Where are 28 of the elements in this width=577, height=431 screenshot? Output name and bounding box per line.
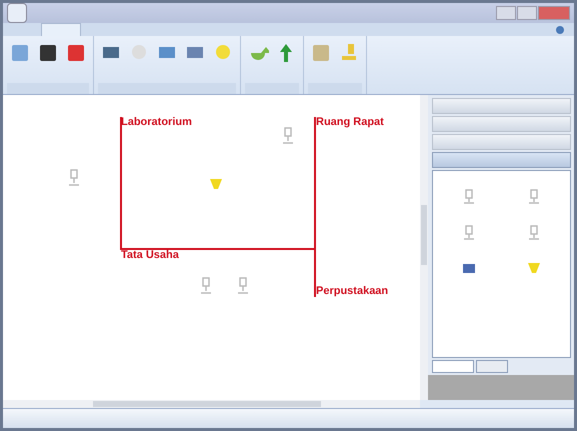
ribbon-group-caption-bar [308,83,362,94]
sensor-icon [462,189,476,205]
ribbon-tab[interactable] [41,23,81,36]
room-label: Ruang Rapat [316,116,384,128]
sensor-icon [526,189,541,205]
help-icon[interactable] [556,26,564,34]
panel-tab[interactable] [432,360,474,373]
minimize-button[interactable] [496,6,516,20]
panel-section-header[interactable] [432,116,571,132]
sensor-icon[interactable] [281,127,295,145]
panel-section-header[interactable] [432,152,571,168]
vertical-scrollbar[interactable] [420,95,428,400]
app-menu-button[interactable] [7,3,27,23]
panel-section-header[interactable] [432,134,571,150]
room-label: Tata Usaha [121,249,179,261]
sensor-icon[interactable] [236,277,250,295]
sensor-icon[interactable] [67,169,81,187]
sensor-icon [526,225,541,241]
sensor-icon [462,225,476,241]
close-button[interactable] [538,6,570,20]
room-label: Laboratorium [121,116,192,128]
maximize-button[interactable] [517,6,537,20]
sensor-icon[interactable] [199,277,213,295]
room-label: Perpustakaan [316,285,388,297]
panel-tab[interactable] [476,360,508,373]
ribbon-group-caption-bar [245,83,299,94]
horizontal-scrollbar[interactable] [3,400,420,408]
panel-section-header[interactable] [432,98,571,114]
